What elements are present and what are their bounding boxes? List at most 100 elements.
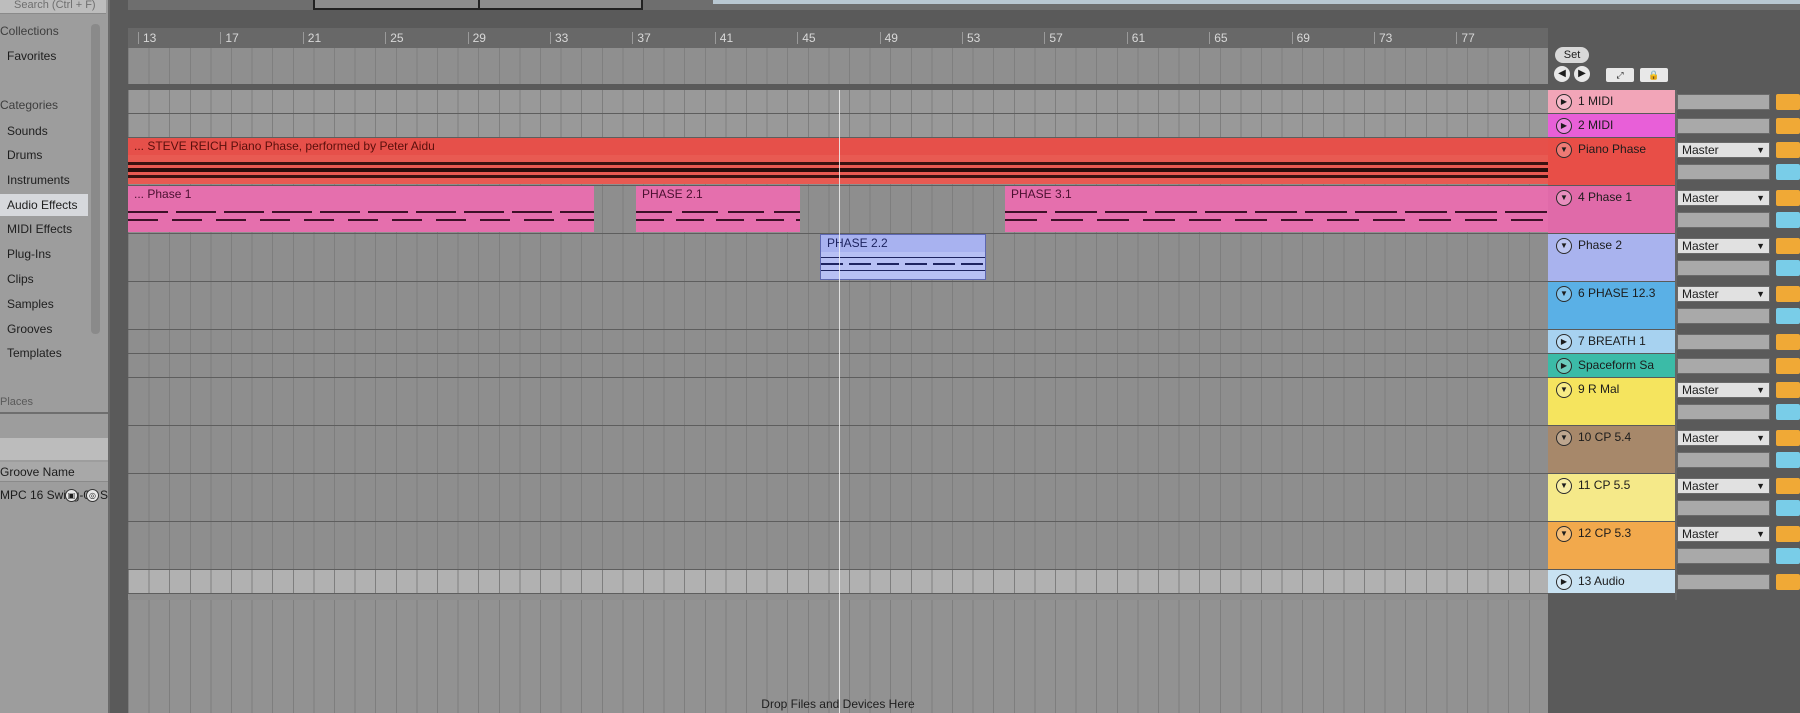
browser-item-sounds[interactable]: Sounds (0, 120, 88, 142)
track-header-4-phase-1[interactable]: ▼ 4 Phase 1 (1548, 186, 1675, 233)
output-select[interactable]: Master ▼ (1677, 382, 1770, 398)
lane-1-midi[interactable] (128, 90, 1548, 114)
fold-icon[interactable]: ▼ (1556, 478, 1572, 494)
track-header-11-cp-5-5[interactable]: ▼ 11 CP 5.5 (1548, 474, 1675, 521)
play-icon[interactable]: ▶ (1556, 118, 1572, 134)
track-activator[interactable] (1776, 574, 1800, 590)
hot-swap-icon[interactable]: ◎ (86, 489, 99, 502)
play-icon[interactable]: ▶ (1556, 574, 1572, 590)
playhead-marker[interactable] (839, 90, 840, 713)
track-name[interactable]: 9 R Mal (1578, 380, 1619, 398)
track-slot[interactable] (1677, 260, 1770, 276)
lane-cp-5-5[interactable] (128, 474, 1548, 522)
save-groove-icon[interactable]: ▣ (65, 489, 78, 502)
browser-item-grooves[interactable]: Grooves (0, 318, 88, 340)
lock-icon[interactable]: 🔒 (1640, 68, 1668, 82)
loop-brace-lane[interactable] (128, 48, 1548, 84)
track-slot[interactable] (1677, 308, 1770, 324)
right-arrow-icon[interactable]: ▶ (1574, 66, 1590, 82)
track-activator[interactable] (1776, 526, 1800, 542)
ruler-bar-45[interactable]: 45 (797, 32, 816, 44)
track-name[interactable]: 4 Phase 1 (1578, 188, 1632, 206)
left-arrow-icon[interactable]: ◀ (1554, 66, 1570, 82)
track-name[interactable]: 10 CP 5.4 (1578, 428, 1631, 446)
ruler-bar-77[interactable]: 77 (1456, 32, 1475, 44)
ruler-bar-13[interactable]: 13 (138, 32, 156, 44)
fold-icon[interactable]: ▼ (1556, 430, 1572, 446)
browser-item-plug-ins[interactable]: Plug-Ins (0, 243, 88, 265)
ruler-bar-53[interactable]: 53 (962, 32, 980, 44)
fold-icon[interactable]: ▼ (1556, 382, 1572, 398)
track-monitor[interactable] (1776, 164, 1800, 180)
ruler-bar-69[interactable]: 69 (1291, 32, 1310, 44)
track-slot[interactable] (1677, 334, 1770, 350)
track-monitor[interactable] (1776, 548, 1800, 564)
track-activator[interactable] (1776, 358, 1800, 374)
track-slot[interactable] (1677, 452, 1770, 468)
clip-piano-phase[interactable]: ... STEVE REICH Piano Phase, performed b… (128, 138, 1548, 184)
track-name[interactable]: 7 BREATH 1 (1578, 332, 1646, 350)
ruler-bar-65[interactable]: 65 (1209, 32, 1228, 44)
ruler-bar-57[interactable]: 57 (1044, 32, 1063, 44)
browser-item-instruments[interactable]: Instruments (0, 169, 88, 191)
ruler-bar-61[interactable]: 61 (1126, 32, 1145, 44)
track-activator[interactable] (1776, 190, 1800, 206)
lane-13-audio[interactable] (128, 570, 1548, 594)
arrangement-lanes[interactable]: ... STEVE REICH Piano Phase, performed b… (128, 90, 1548, 713)
track-slot[interactable] (1677, 404, 1770, 420)
expand-icon[interactable]: ⤢ (1606, 68, 1634, 82)
ruler-bar-25[interactable]: 25 (385, 32, 404, 44)
track-header-9-r-mal[interactable]: ▼ 9 R Mal (1548, 378, 1675, 425)
track-slot[interactable] (1677, 212, 1770, 228)
output-select[interactable]: Master ▼ (1677, 478, 1770, 494)
browser-item-templates[interactable]: Templates (0, 342, 88, 364)
output-select[interactable]: Master ▼ (1677, 526, 1770, 542)
track-activator[interactable] (1776, 142, 1800, 158)
fold-icon[interactable]: ▼ (1556, 286, 1572, 302)
beat-time-ruler[interactable]: 13 17 21 25 29 33 37 41 45 49 53 57 61 65 69 73 77 (128, 28, 1548, 48)
search-input[interactable]: Search (Ctrl + F) (0, 0, 106, 14)
clip-phase-1[interactable]: ... Phase 1 (128, 186, 594, 232)
clip-phase-2-2[interactable]: PHASE 2.2 (820, 234, 986, 280)
track-activator[interactable] (1776, 94, 1800, 110)
fold-icon[interactable]: ▼ (1556, 142, 1572, 158)
ruler-bar-33[interactable]: 33 (550, 32, 568, 44)
track-name[interactable]: 11 CP 5.5 (1578, 476, 1630, 494)
track-header-6-phase-12-3[interactable]: ▼ 6 PHASE 12.3 (1548, 282, 1675, 329)
browser-scrollbar[interactable] (91, 24, 100, 334)
fold-icon[interactable]: ▼ (1556, 190, 1572, 206)
track-slot[interactable] (1677, 548, 1770, 564)
ruler-bar-41[interactable]: 41 (714, 32, 733, 44)
track-name[interactable]: 6 PHASE 12.3 (1578, 284, 1655, 302)
browser-item-audio-effects[interactable]: Audio Effects (0, 194, 88, 216)
track-header-piano-phase[interactable]: ▼ Piano Phase (1548, 138, 1675, 185)
arrangement-overview[interactable] (128, 0, 1800, 10)
track-header-2-midi[interactable]: ▶ 2 MIDI (1548, 114, 1675, 137)
track-activator[interactable] (1776, 478, 1800, 494)
track-header-7-breath-1[interactable]: ▶ 7 BREATH 1 (1548, 330, 1675, 353)
output-select[interactable]: Master ▼ (1677, 286, 1770, 302)
track-header-10-cp-5-4[interactable]: ▼ 10 CP 5.4 (1548, 426, 1675, 473)
ruler-bar-37[interactable]: 37 (632, 32, 651, 44)
track-activator[interactable] (1776, 382, 1800, 398)
track-slot[interactable] (1677, 94, 1770, 110)
track-slot[interactable] (1677, 358, 1770, 374)
track-name[interactable]: Phase 2 (1578, 236, 1622, 254)
track-monitor[interactable] (1776, 212, 1800, 228)
browser-item-drums[interactable]: Drums (0, 144, 88, 166)
track-slot[interactable] (1677, 574, 1770, 590)
fold-icon[interactable]: ▼ (1556, 238, 1572, 254)
fold-icon[interactable]: ▼ (1556, 526, 1572, 542)
track-slot[interactable] (1677, 500, 1770, 516)
track-name[interactable]: Piano Phase (1578, 140, 1646, 158)
play-icon[interactable]: ▶ (1556, 358, 1572, 374)
clip-phase-2-1[interactable]: PHASE 2.1 (636, 186, 800, 232)
overview-view-box[interactable] (313, 0, 643, 10)
play-icon[interactable]: ▶ (1556, 334, 1572, 350)
set-button[interactable]: Set (1555, 47, 1589, 63)
track-name[interactable]: 12 CP 5.3 (1578, 524, 1631, 542)
track-name[interactable]: Spaceform Sa (1578, 356, 1654, 374)
lane-spaceform[interactable] (128, 354, 1548, 378)
lane-2-midi[interactable] (128, 114, 1548, 138)
output-select[interactable]: Master ▼ (1677, 190, 1770, 206)
